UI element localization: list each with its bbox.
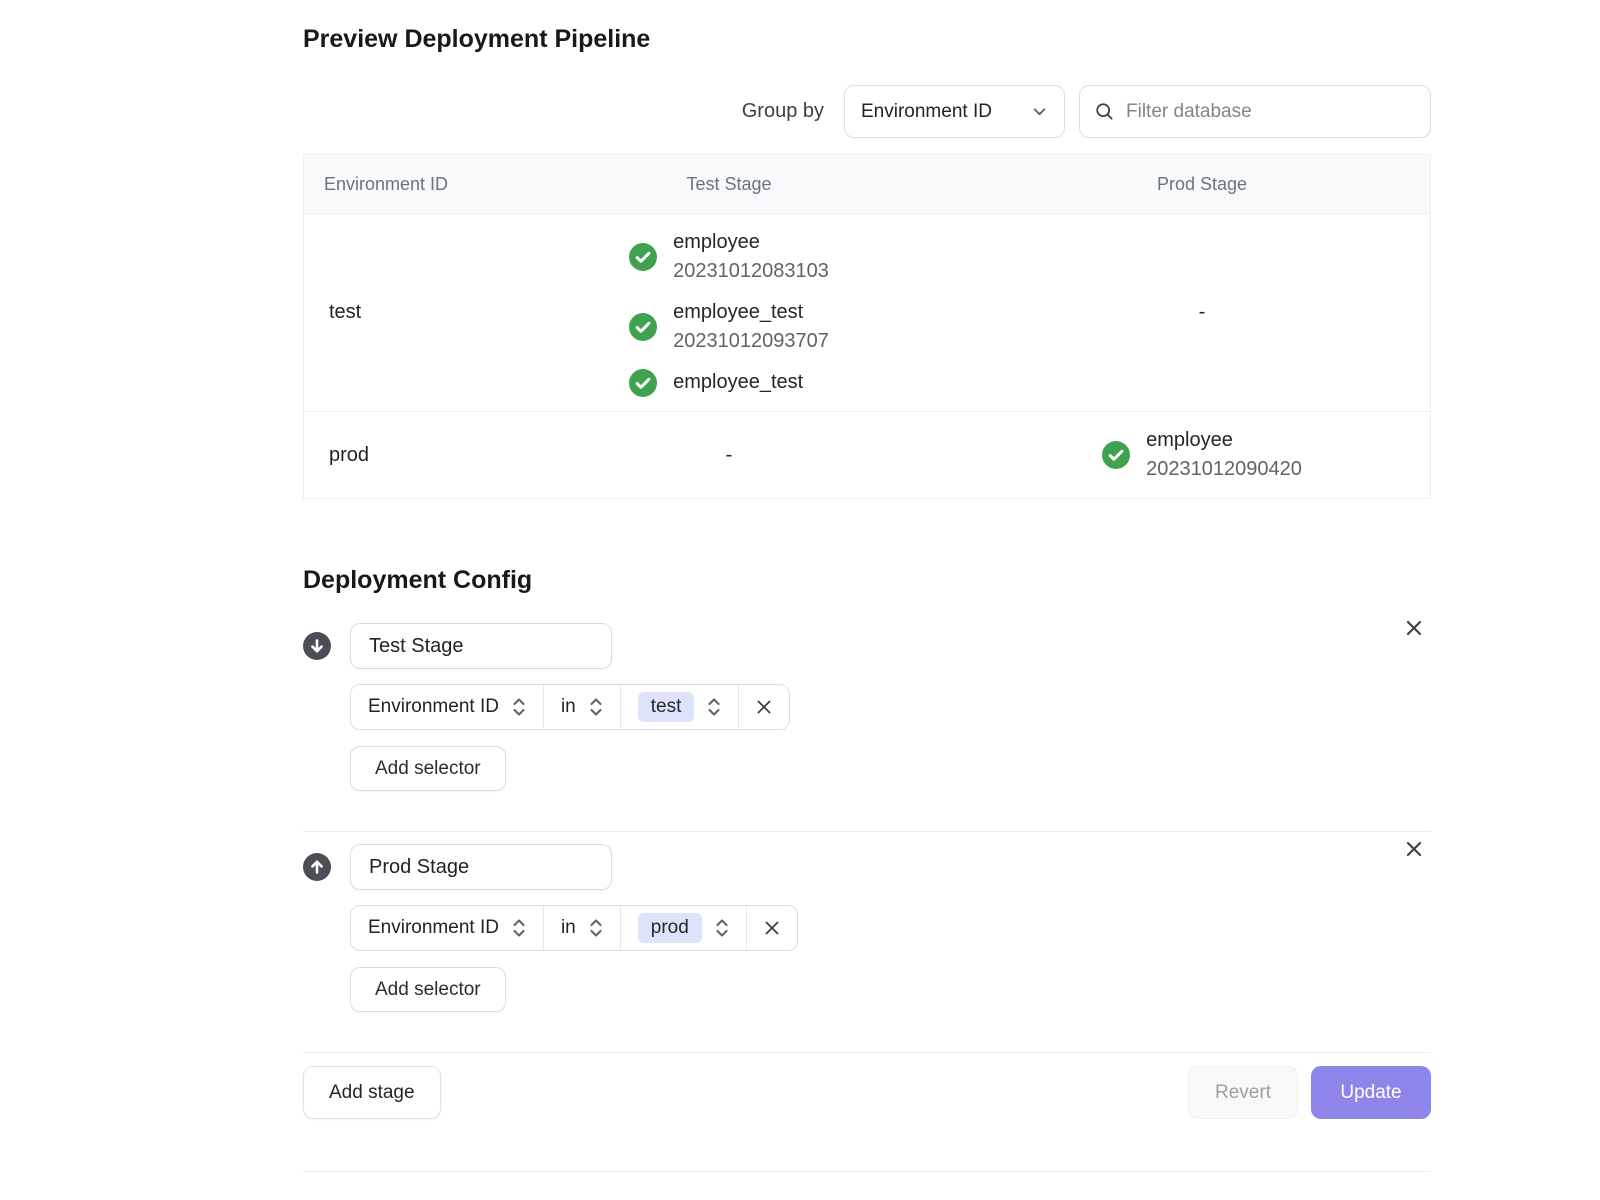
right-buttons: Revert Update — [1188, 1066, 1431, 1119]
chevrons-up-down-icon — [589, 917, 603, 939]
deployment-text: employee_test 20231012093707 — [673, 298, 829, 356]
chevrons-up-down-icon — [512, 696, 526, 718]
filter-database-input[interactable] — [1126, 101, 1416, 123]
selector-rule: Environment ID in prod — [350, 905, 798, 951]
stage-header: Test Stage — [303, 623, 1431, 669]
add-selector-button[interactable]: Add selector — [350, 746, 506, 791]
empty-stage-dash: - — [726, 444, 733, 467]
remove-stage-button[interactable] — [1399, 834, 1429, 864]
prod-stage-cell: - — [904, 301, 1430, 324]
empty-stage-dash: - — [1199, 301, 1206, 324]
deployment-text: employee 20231012090420 — [1146, 426, 1302, 484]
group-by-label: Group by — [742, 100, 824, 123]
stage-block-prod: Prod Stage Environment ID in prod A — [303, 844, 1431, 1012]
chevrons-up-down-icon — [715, 917, 729, 939]
selector-value-select[interactable]: prod — [620, 906, 746, 950]
environment-id-cell: test — [304, 301, 554, 324]
stage-name-input[interactable]: Test Stage — [350, 623, 612, 669]
selector-field-value: Environment ID — [368, 917, 499, 939]
deployment-item: employee_test — [629, 368, 803, 397]
filter-database-field[interactable] — [1079, 85, 1431, 138]
deployment-item: employee_test 20231012093707 — [629, 298, 829, 356]
pipeline-table: Environment ID Test Stage Prod Stage tes… — [303, 154, 1431, 499]
chevron-down-icon — [1031, 103, 1048, 120]
database-name: employee_test — [673, 298, 829, 327]
selector-operator-select[interactable]: in — [543, 906, 620, 950]
chevrons-up-down-icon — [707, 696, 721, 718]
group-by-selected-value: Environment ID — [861, 101, 992, 123]
database-name: employee — [1146, 426, 1302, 455]
stage-name-input[interactable]: Prod Stage — [350, 844, 612, 890]
table-row-test: test employee 20231012083103 employee_te… — [304, 213, 1430, 411]
update-button[interactable]: Update — [1311, 1066, 1431, 1119]
deployment-item: employee 20231012083103 — [629, 228, 829, 286]
schema-version: 20231012083103 — [673, 257, 829, 286]
environment-id-cell: prod — [304, 444, 554, 467]
check-circle-icon — [629, 369, 657, 397]
actions-row: Add stage Revert Update — [303, 1066, 1431, 1119]
column-header-test-stage: Test Stage — [554, 174, 904, 195]
selector-value-pill: test — [638, 692, 695, 722]
schema-version: 20231012093707 — [673, 327, 829, 356]
selector-field-select[interactable]: Environment ID — [351, 685, 543, 729]
selector-operator-value: in — [561, 917, 576, 939]
close-icon — [1403, 838, 1425, 860]
deployment-list: employee 20231012083103 employee_test 20… — [629, 228, 829, 397]
search-icon — [1094, 101, 1115, 122]
stage-divider — [303, 831, 1431, 832]
selector-operator-select[interactable]: in — [543, 685, 620, 729]
column-header-prod-stage: Prod Stage — [904, 174, 1430, 195]
stage-block-test: Test Stage Environment ID in test A — [303, 623, 1431, 791]
selector-operator-value: in — [561, 696, 576, 718]
deployment-item: employee 20231012090420 — [1102, 426, 1302, 484]
test-stage-cell: employee 20231012083103 employee_test 20… — [554, 228, 904, 397]
group-by-select[interactable]: Environment ID — [844, 85, 1065, 138]
deployment-list: employee 20231012090420 — [1102, 426, 1302, 484]
add-selector-button[interactable]: Add selector — [350, 967, 506, 1012]
chevrons-up-down-icon — [589, 696, 603, 718]
test-stage-cell: - — [554, 444, 904, 467]
database-name: employee — [673, 228, 829, 257]
arrow-up-circle-icon — [303, 853, 331, 881]
database-name: employee_test — [673, 368, 803, 397]
bottom-divider — [303, 1171, 1431, 1172]
deployment-config-title: Deployment Config — [303, 565, 1431, 595]
schema-version: 20231012090420 — [1146, 455, 1302, 484]
check-circle-icon — [1102, 441, 1130, 469]
actions-divider — [303, 1052, 1431, 1053]
revert-button[interactable]: Revert — [1188, 1066, 1298, 1119]
table-controls-row: Group by Environment ID — [303, 85, 1431, 138]
main-content: Preview Deployment Pipeline Group by Env… — [303, 0, 1431, 1172]
page-title: Preview Deployment Pipeline — [303, 0, 1431, 54]
prod-stage-cell: employee 20231012090420 — [904, 426, 1430, 484]
deployment-text: employee_test — [673, 368, 803, 397]
table-header-row: Environment ID Test Stage Prod Stage — [304, 155, 1430, 213]
check-circle-icon — [629, 313, 657, 341]
chevrons-up-down-icon — [512, 917, 526, 939]
deployment-text: employee 20231012083103 — [673, 228, 829, 286]
table-row-prod: prod - employee 20231012090420 — [304, 411, 1430, 498]
selector-value-pill: prod — [638, 913, 702, 943]
close-icon — [762, 918, 782, 938]
remove-stage-button[interactable] — [1399, 613, 1429, 643]
arrow-down-circle-icon — [303, 632, 331, 660]
close-icon — [754, 697, 774, 717]
remove-selector-button[interactable] — [746, 906, 797, 950]
remove-selector-button[interactable] — [738, 685, 789, 729]
selector-field-value: Environment ID — [368, 696, 499, 718]
selector-rule: Environment ID in test — [350, 684, 790, 730]
column-header-environment-id: Environment ID — [304, 174, 554, 195]
selector-field-select[interactable]: Environment ID — [351, 906, 543, 950]
check-circle-icon — [629, 243, 657, 271]
close-icon — [1403, 617, 1425, 639]
stage-header: Prod Stage — [303, 844, 1431, 890]
add-stage-button[interactable]: Add stage — [303, 1066, 441, 1119]
selector-value-select[interactable]: test — [620, 685, 739, 729]
